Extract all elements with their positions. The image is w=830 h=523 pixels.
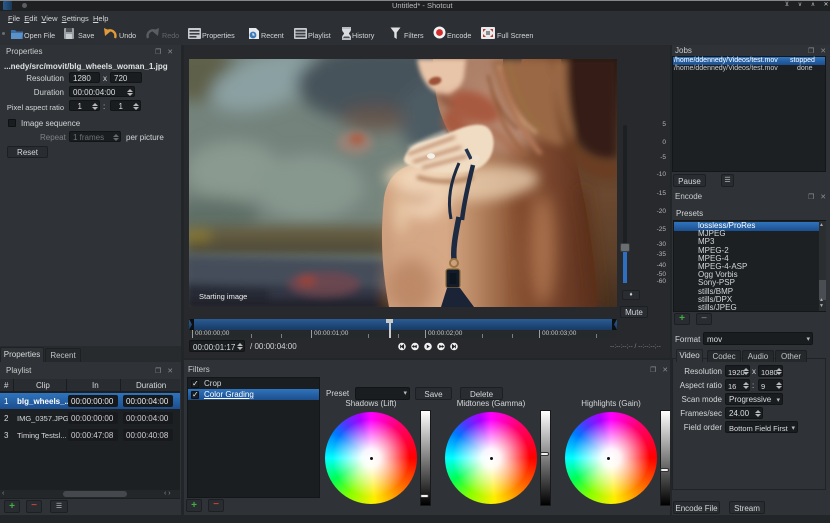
svg-text:Starting image: Starting image [199, 292, 247, 301]
